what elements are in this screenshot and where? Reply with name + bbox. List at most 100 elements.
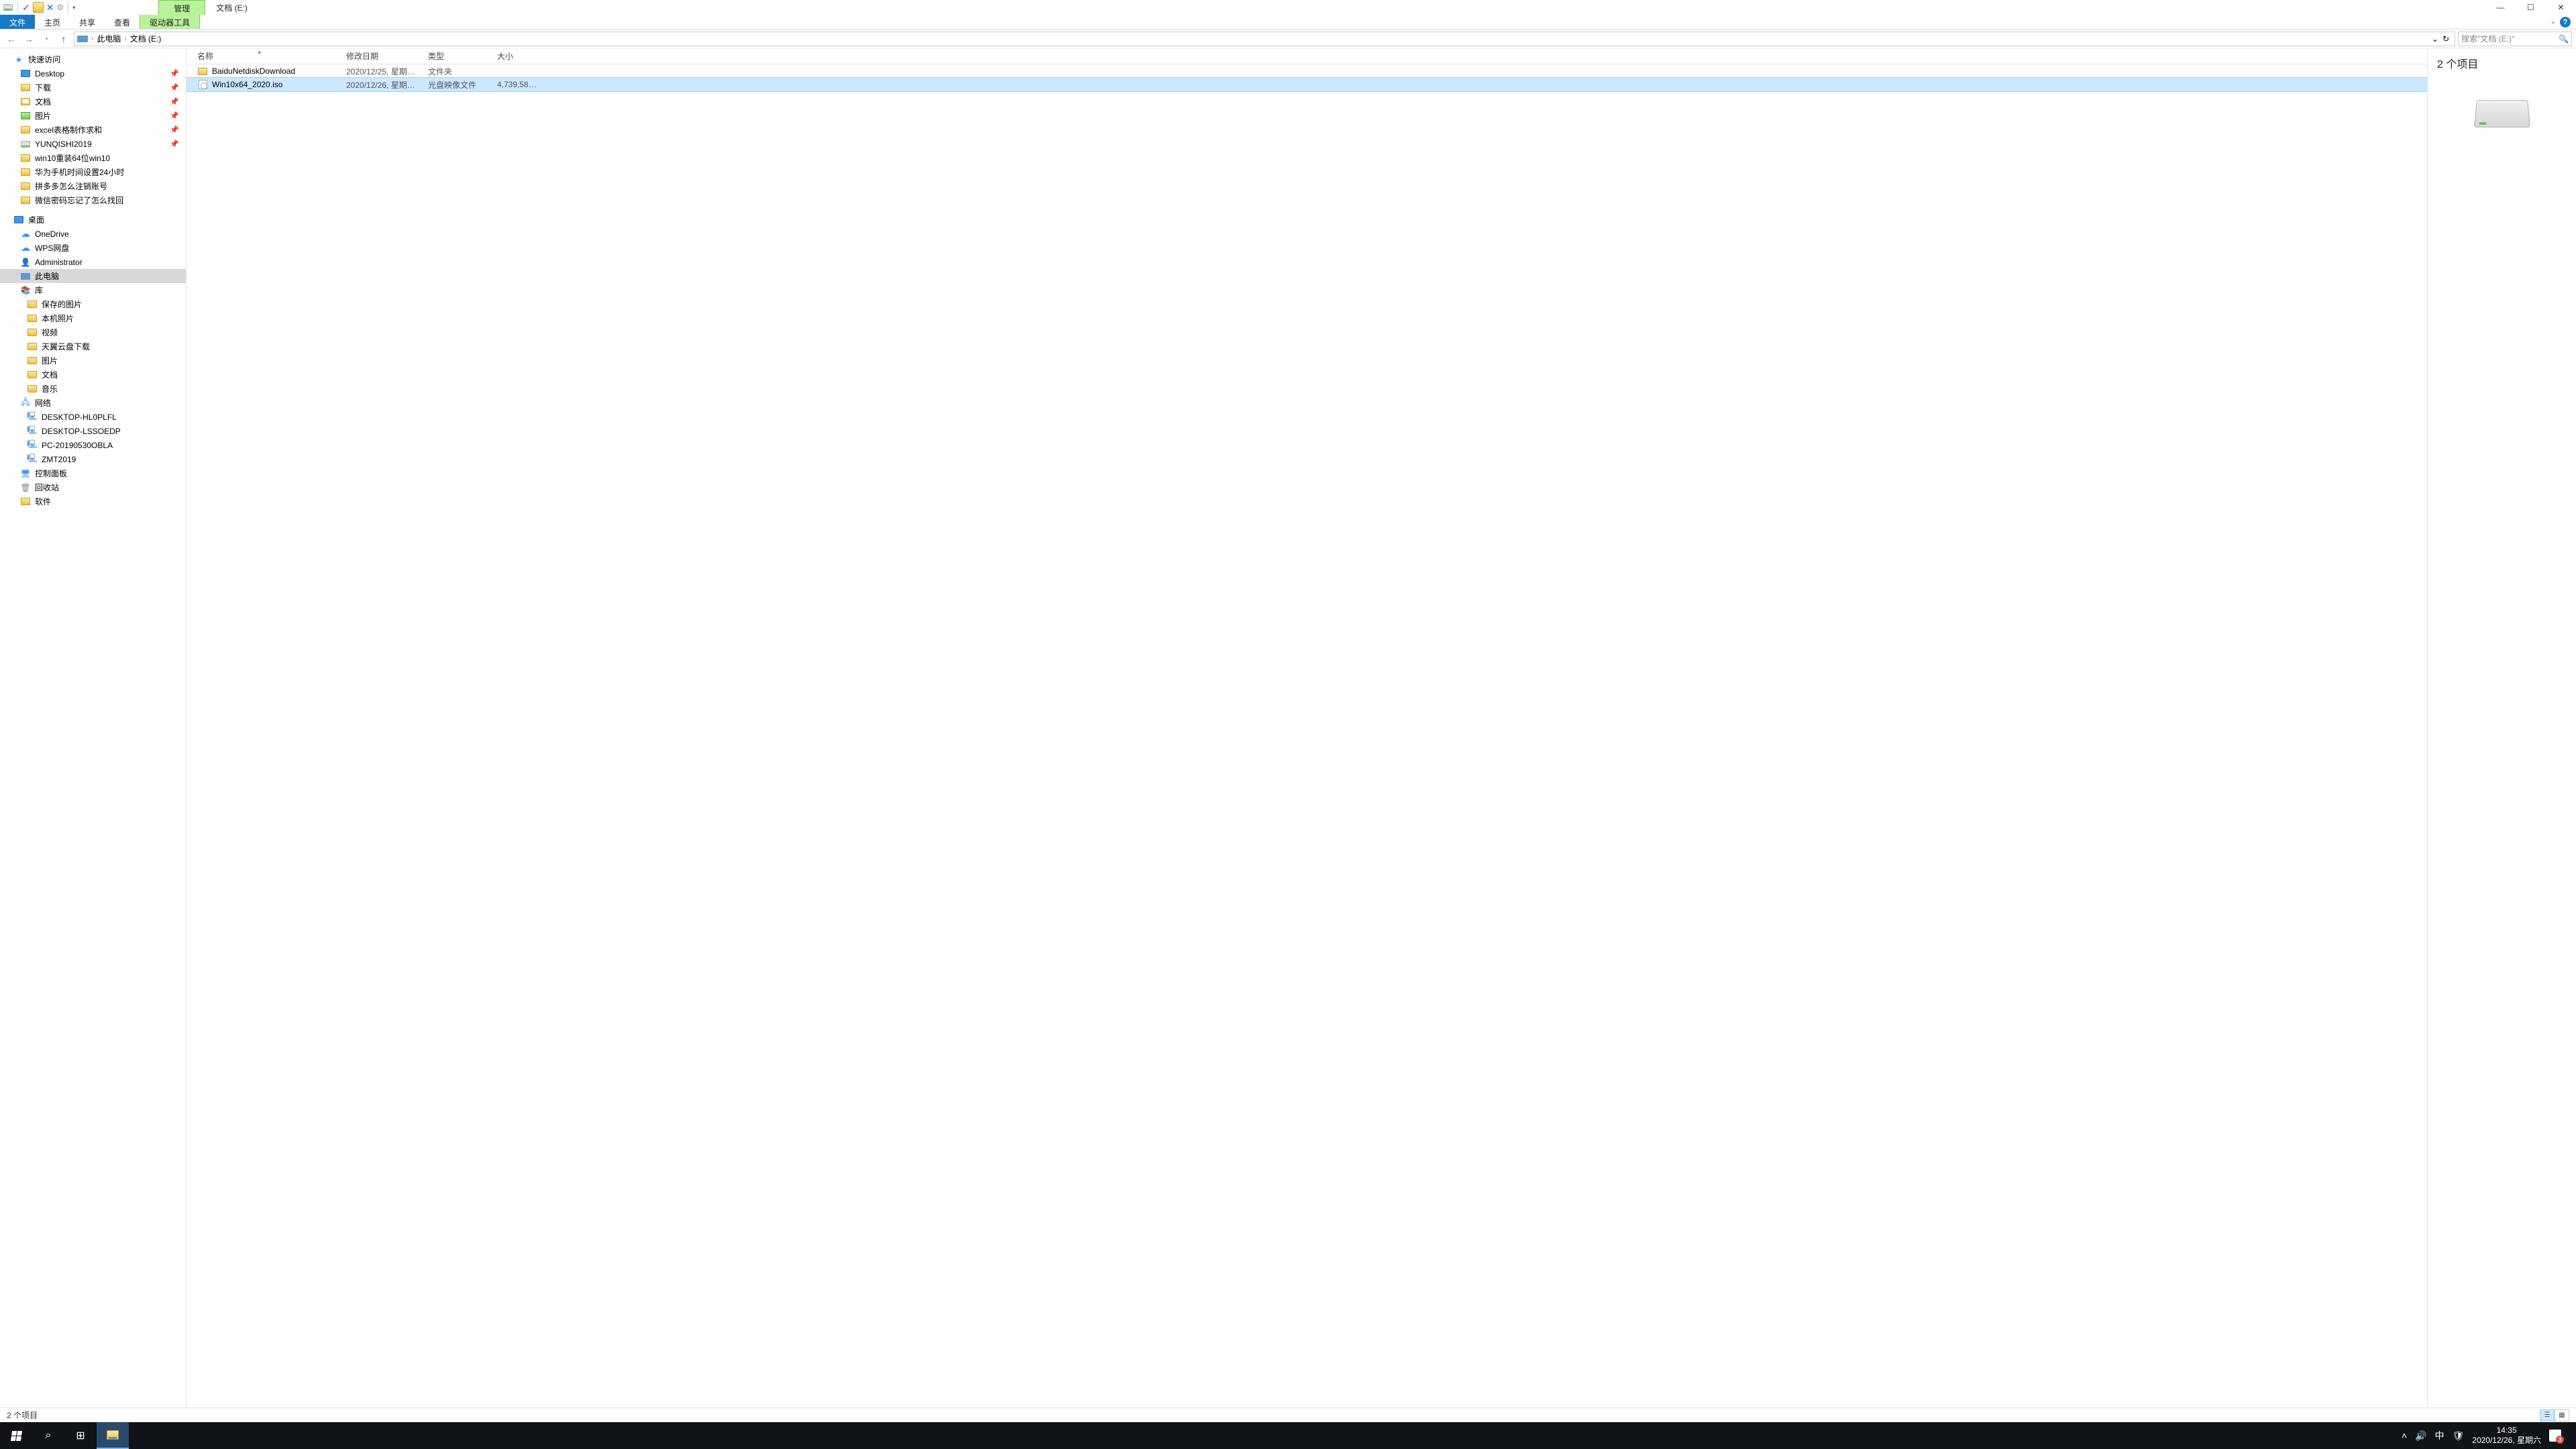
file-row[interactable]: BaiduNetdiskDownload 2020/12/25, 星期五 1..…: [186, 64, 2427, 78]
nav-item[interactable]: 图片: [0, 354, 186, 368]
nav-control-panel[interactable]: 🖥 控制面板: [0, 466, 186, 480]
file-type: 文件夹: [417, 66, 486, 77]
col-size[interactable]: 大小: [486, 50, 541, 62]
nav-item[interactable]: 🖳 DESKTOP-LSSOEDP: [0, 424, 186, 438]
nav-label: 拼多多怎么注销账号: [35, 180, 107, 192]
nav-item[interactable]: 视频: [0, 325, 186, 339]
nav-item[interactable]: 此电脑: [0, 269, 186, 283]
item-icon: [20, 195, 31, 206]
minimize-button[interactable]: —: [2485, 0, 2516, 15]
crumb-current[interactable]: 文档 (E:): [130, 33, 162, 44]
file-rows[interactable]: BaiduNetdiskDownload 2020/12/25, 星期五 1..…: [186, 64, 2427, 1407]
chevron-right-icon[interactable]: ›: [89, 35, 95, 42]
start-button[interactable]: [0, 1422, 32, 1449]
context-tab-manage[interactable]: 管理: [158, 0, 205, 15]
properties-icon[interactable]: ✓: [22, 3, 30, 12]
file-name: BaiduNetdiskDownload: [212, 66, 295, 76]
nav-item[interactable]: 华为手机时间设置24小时: [0, 165, 186, 179]
nav-label: Desktop: [35, 69, 64, 78]
nav-item[interactable]: 👤 Administrator: [0, 255, 186, 269]
nav-item[interactable]: ☁ WPS网盘: [0, 241, 186, 255]
file-row[interactable]: Win10x64_2020.iso 2020/12/26, 星期六 1... 光…: [186, 78, 2427, 91]
undo-icon[interactable]: ✕: [46, 3, 54, 12]
crumb-this-pc[interactable]: 此电脑: [97, 33, 121, 44]
col-name[interactable]: 名称▴: [186, 50, 335, 62]
volume-icon[interactable]: 🔊: [2415, 1430, 2426, 1442]
nav-item[interactable]: 下载 📌: [0, 80, 186, 95]
up-button[interactable]: ↑: [56, 32, 71, 46]
search-icon[interactable]: 🔍: [2559, 34, 2569, 44]
nav-item[interactable]: Desktop 📌: [0, 66, 186, 80]
nav-item[interactable]: 文档 📌: [0, 95, 186, 109]
nav-label: 软件: [35, 496, 51, 507]
col-date[interactable]: 修改日期: [335, 50, 417, 62]
tray-overflow-icon[interactable]: ˄: [2402, 1430, 2407, 1441]
nav-item[interactable]: 保存的图片: [0, 297, 186, 311]
ime-indicator[interactable]: 中: [2434, 1429, 2444, 1442]
tab-home[interactable]: 主页: [35, 15, 70, 29]
navigation-pane[interactable]: ★ 快速访问 Desktop 📌 下载 📌 文档 📌 图片 📌 excel表格制…: [0, 48, 186, 1407]
folder-icon: [20, 496, 31, 507]
nav-item[interactable]: ☁ OneDrive: [0, 227, 186, 241]
nav-label: PC-20190530OBLA: [42, 441, 113, 450]
title-bar: ✓ ✕ ⚙ ▾ 管理 文档 (E:) — ☐ ✕: [0, 0, 2576, 15]
nav-item[interactable]: 图片 📌: [0, 109, 186, 123]
new-folder-icon[interactable]: [33, 2, 44, 13]
help-icon[interactable]: ?: [2560, 17, 2571, 28]
nav-item[interactable]: 🖳 ZMT2019: [0, 452, 186, 466]
drive-icon: [3, 2, 13, 13]
nav-desktop[interactable]: 桌面: [0, 213, 186, 227]
recent-locations-button[interactable]: ▾: [39, 32, 54, 46]
nav-item[interactable]: 音乐: [0, 382, 186, 396]
nav-item[interactable]: 本机照片: [0, 311, 186, 325]
thumbnails-view-button[interactable]: ▦: [2555, 1409, 2569, 1421]
nav-item[interactable]: 📚 库: [0, 283, 186, 297]
nav-software[interactable]: 软件: [0, 494, 186, 508]
nav-item[interactable]: 天翼云盘下载: [0, 339, 186, 354]
breadcrumb[interactable]: › 此电脑 › 文档 (E:) ⌄ ↻: [74, 32, 2455, 46]
customize-icon[interactable]: ⚙: [56, 3, 64, 12]
tab-view[interactable]: 查看: [105, 15, 140, 29]
nav-recycle-bin[interactable]: 🗑 回收站: [0, 480, 186, 494]
back-button[interactable]: ←: [4, 32, 19, 46]
nav-label: 本机照片: [42, 313, 74, 324]
nav-item[interactable]: 微信密码忘记了怎么找回: [0, 193, 186, 207]
nav-item[interactable]: excel表格制作求和 📌: [0, 123, 186, 137]
forward-button[interactable]: →: [21, 32, 36, 46]
file-explorer-taskbar[interactable]: [97, 1422, 129, 1449]
tab-file[interactable]: 文件: [0, 15, 35, 29]
col-type[interactable]: 类型: [417, 50, 486, 62]
nav-item[interactable]: 拼多多怎么注销账号: [0, 179, 186, 193]
network-icon: 🖧: [20, 398, 31, 409]
security-icon[interactable]: 🛡: [2452, 1430, 2464, 1442]
pin-icon: 📌: [170, 111, 179, 120]
close-button[interactable]: ✕: [2546, 0, 2576, 15]
tab-share[interactable]: 共享: [70, 15, 105, 29]
search-button[interactable]: ⌕: [32, 1422, 64, 1449]
nav-item[interactable]: YUNQISHI2019 📌: [0, 137, 186, 151]
history-dropdown-icon[interactable]: ⌄: [2432, 34, 2438, 44]
nav-label: excel表格制作求和: [35, 124, 102, 136]
chevron-right-icon[interactable]: ›: [122, 35, 128, 42]
item-icon: [27, 327, 38, 338]
search-input[interactable]: 搜索"文档 (E:)" 🔍: [2458, 32, 2572, 46]
nav-item[interactable]: 🖳 DESKTOP-HL0PLFL: [0, 410, 186, 424]
nav-label: DESKTOP-HL0PLFL: [42, 413, 117, 422]
task-view-button[interactable]: ⊞: [64, 1422, 97, 1449]
expand-ribbon-icon[interactable]: ⌄: [2551, 18, 2556, 25]
clock[interactable]: 14:35 2020/12/26, 星期六: [2472, 1426, 2541, 1446]
nav-quick-access[interactable]: ★ 快速访问: [0, 52, 186, 66]
maximize-button[interactable]: ☐: [2516, 0, 2546, 15]
qat-dropdown-icon[interactable]: ▾: [72, 5, 75, 11]
nav-item[interactable]: 🖳 PC-20190530OBLA: [0, 438, 186, 452]
nav-item[interactable]: 文档: [0, 368, 186, 382]
item-icon: ☁: [20, 229, 31, 239]
file-type: 光盘映像文件: [417, 79, 486, 91]
pin-icon: 📌: [170, 83, 179, 92]
action-center-icon[interactable]: [2549, 1430, 2561, 1442]
nav-item[interactable]: win10重装64位win10: [0, 151, 186, 165]
nav-network[interactable]: 🖧 网络: [0, 396, 186, 410]
tab-drive-tools[interactable]: 驱动器工具: [140, 15, 200, 29]
details-view-button[interactable]: ☰: [2540, 1409, 2555, 1421]
refresh-icon[interactable]: ↻: [2443, 34, 2449, 44]
